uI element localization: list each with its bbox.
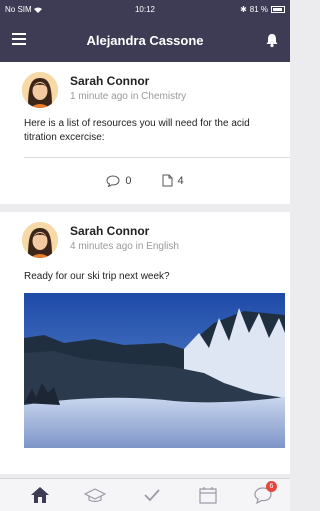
battery-percent: 81 % (249, 5, 268, 14)
home-icon[interactable] (29, 485, 51, 505)
page-title: Alejandra Cassone (86, 33, 204, 48)
post-stats: 0 4 (0, 174, 290, 187)
post-context: in English (135, 241, 179, 252)
post-author[interactable]: Sarah Connor (70, 224, 149, 238)
chat-tab[interactable]: 6 (252, 481, 277, 505)
checkmark-icon[interactable] (141, 485, 163, 505)
post-card: Sarah Connor 1 minute ago in Chemistry H… (0, 62, 290, 204)
post-text: Here is a list of resources you will nee… (24, 118, 250, 143)
divider (24, 157, 290, 158)
header-bar: Alejandra Cassone (0, 20, 290, 62)
post-time: 4 minutes ago (70, 241, 133, 252)
attachments-button[interactable]: 4 (162, 174, 184, 187)
comment-icon (106, 174, 120, 187)
comments-button[interactable]: 0 (106, 174, 132, 187)
bell-icon[interactable] (264, 32, 280, 48)
bluetooth-icon: ✱ (240, 5, 247, 14)
post-meta: 1 minute ago in Chemistry (70, 91, 186, 102)
post-text: Ready for our ski trip next week? (24, 271, 170, 282)
avatar[interactable] (22, 72, 58, 108)
status-bar: No SIM 10:12 ✱ 81 % (0, 0, 290, 20)
post-time: 1 minute ago (70, 91, 128, 102)
avatar[interactable] (22, 222, 58, 258)
tab-bar: 6 (0, 478, 290, 511)
document-icon (162, 174, 172, 187)
graduation-cap-icon[interactable] (84, 485, 106, 505)
post-card: Sarah Connor 4 minutes ago in English Re… (0, 212, 290, 474)
post-meta: 4 minutes ago in English (70, 241, 179, 252)
battery-info: ✱ 81 % (240, 5, 285, 14)
battery-icon (271, 6, 285, 13)
comment-count: 0 (125, 174, 132, 187)
calendar-icon[interactable] (197, 485, 219, 505)
post-context: in Chemistry (130, 91, 187, 102)
post-image[interactable] (24, 293, 285, 448)
post-author[interactable]: Sarah Connor (70, 74, 149, 88)
attachment-count: 4 (177, 174, 184, 187)
notification-badge: 6 (266, 481, 277, 492)
